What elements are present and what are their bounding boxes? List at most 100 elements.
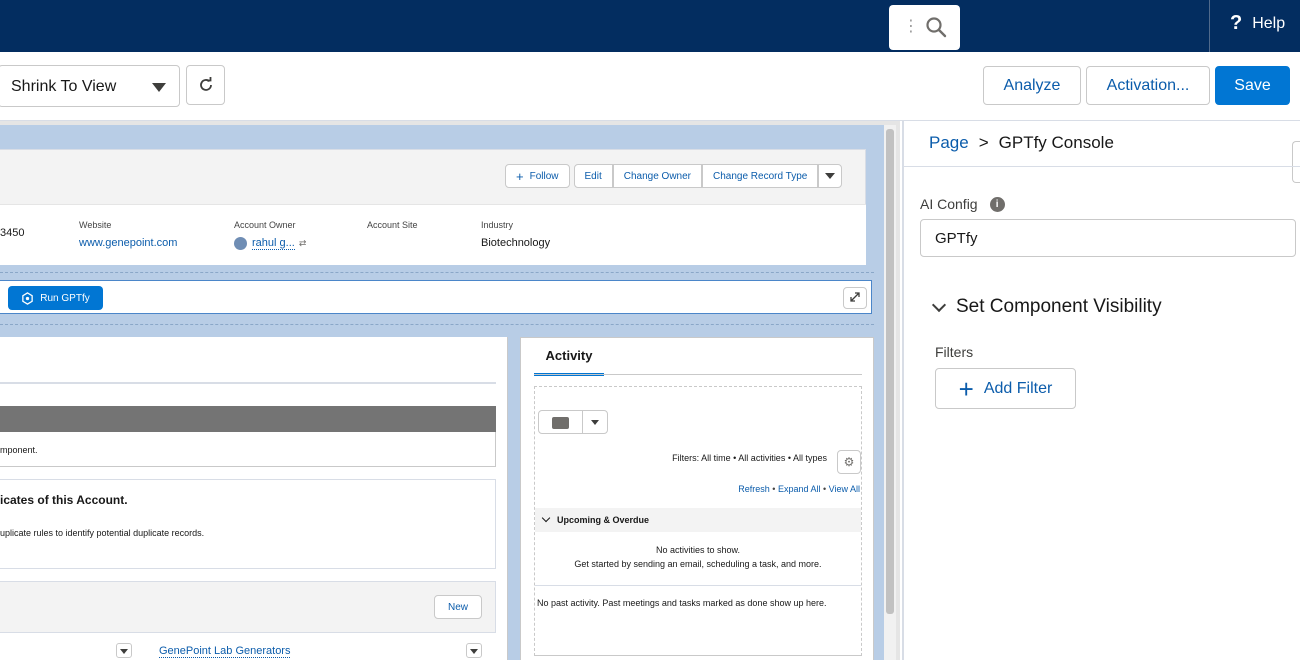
email-button[interactable] <box>538 410 583 434</box>
field-label: Account Site <box>367 220 418 230</box>
run-gptfy-label: Run GPTfy <box>40 292 90 304</box>
account-site-field: Account Site <box>367 220 418 237</box>
website-link[interactable]: www.genepoint.com <box>79 237 177 249</box>
caret-down-icon <box>591 420 599 425</box>
get-started-text: Get started by sending an email, schedul… <box>574 559 822 569</box>
activity-timeline: Filters: All time • All activities • All… <box>534 386 862 656</box>
caret-down-icon <box>825 173 836 179</box>
email-icon <box>552 417 569 429</box>
info-icon[interactable]: i <box>989 196 1005 212</box>
breadcrumb-separator: > <box>978 133 989 152</box>
upcoming-section-header[interactable]: Upcoming & Overdue <box>535 508 861 532</box>
run-gptfy-button[interactable]: Run GPTfy <box>8 286 103 310</box>
breadcrumb-page-link[interactable]: Page <box>929 133 969 152</box>
plus-icon: + <box>516 168 524 184</box>
follow-button[interactable]: + Follow <box>505 164 570 188</box>
owner-link[interactable]: rahul g... <box>252 237 295 250</box>
settings-button[interactable]: ⚙ <box>837 450 861 474</box>
related-record-link[interactable]: GenePoint Lab Generators <box>159 645 291 658</box>
tab-underline <box>0 382 496 384</box>
save-button[interactable]: Save <box>1215 66 1290 105</box>
panel-divider <box>904 166 1300 167</box>
help-icon: ? <box>1230 12 1243 34</box>
activation-button[interactable]: Activation... <box>1086 66 1210 105</box>
no-activities-text: No activities to show. <box>655 545 741 555</box>
gptfy-component[interactable]: Run GPTfy <box>0 280 872 314</box>
timeline-links: Refresh • Expand All • View All <box>738 484 860 494</box>
analyze-button[interactable]: Analyze <box>983 66 1081 105</box>
row-action-dropdown[interactable] <box>116 643 132 658</box>
tab-underline <box>534 374 862 375</box>
change-record-type-button[interactable]: Change Record Type <box>702 164 819 188</box>
header-divider <box>1209 0 1210 52</box>
change-owner-icon[interactable]: ⇄ <box>299 238 307 248</box>
section-divider <box>535 585 861 586</box>
canvas-edge <box>896 121 900 660</box>
owner-field: Account Owner rahul g... ⇄ <box>234 220 307 251</box>
region-divider <box>0 324 874 325</box>
view-mode-select[interactable]: Shrink To View <box>0 65 180 107</box>
breadcrumb-current: GPTfy Console <box>998 133 1114 152</box>
email-dropdown[interactable] <box>582 410 608 434</box>
builder-toolbar: Shrink To View Analyze Activation... Sav… <box>0 52 1300 121</box>
breadcrumb: Page > GPTfy Console <box>929 133 1114 153</box>
chevron-down-icon <box>931 297 947 312</box>
new-button[interactable]: New <box>434 595 482 619</box>
row-action-dropdown[interactable] <box>466 643 482 658</box>
ai-config-label-text: AI Config <box>920 196 978 212</box>
page-canvas: + Follow Edit Change Owner Change Record … <box>0 121 900 660</box>
global-search[interactable]: ⋮ <box>889 5 960 50</box>
field-label: Account Owner <box>234 220 296 230</box>
add-filter-button[interactable]: + Add Filter <box>935 368 1076 409</box>
field-value: 3450 <box>0 227 25 239</box>
field-value: Biotechnology <box>481 237 551 249</box>
main-column: mponent. icates of this Account. uplicat… <box>0 337 508 660</box>
gear-icon: ⚙ <box>843 455 855 469</box>
help-button[interactable]: ? Help <box>1230 12 1285 35</box>
ai-config-input[interactable]: GPTfy <box>920 219 1296 257</box>
chevron-down-icon <box>541 513 551 523</box>
scrollbar-thumb[interactable] <box>886 129 894 614</box>
add-filter-label: Add Filter <box>983 379 1053 397</box>
industry-field: Industry Biotechnology <box>481 220 550 249</box>
canvas-scrollbar[interactable] <box>884 125 896 660</box>
duplicate-title: icates of this Account. <box>0 493 128 507</box>
highlights-panel: 3450 Website www.genepoint.com Account O… <box>0 204 866 265</box>
canvas-preview: + Follow Edit Change Owner Change Record … <box>0 125 884 660</box>
plus-icon: + <box>958 373 974 404</box>
change-owner-button[interactable]: Change Owner <box>612 164 702 188</box>
no-activities-message: No activities to show. Get started by se… <box>535 543 861 571</box>
view-all-link[interactable]: View All <box>829 484 860 494</box>
panel-collapse-handle[interactable] <box>1292 141 1300 183</box>
more-actions-button[interactable] <box>818 164 843 188</box>
website-field: Website www.genepoint.com <box>79 220 177 249</box>
duplicate-description: uplicate rules to identify potential dup… <box>0 528 205 538</box>
field-label: Industry <box>481 220 514 230</box>
expand-button[interactable] <box>843 287 867 309</box>
visibility-heading: Set Component Visibility <box>956 296 1162 317</box>
section-divider <box>535 655 861 656</box>
component-header-bar <box>0 406 496 432</box>
ai-config-label: AI Config i <box>920 196 1005 212</box>
upcoming-label: Upcoming & Overdue <box>557 515 650 525</box>
expand-icon <box>850 292 860 302</box>
field-label: Website <box>79 220 112 230</box>
tab-activity[interactable]: Activity <box>534 348 604 376</box>
caret-down-icon <box>470 649 478 654</box>
expand-all-link[interactable]: Expand All <box>778 484 821 494</box>
component-message: mponent. <box>0 432 496 467</box>
related-list-row: GenePoint Lab Generators <box>0 633 496 660</box>
edit-button[interactable]: Edit <box>573 164 613 188</box>
gptfy-icon <box>22 291 34 305</box>
help-label: Help <box>1252 14 1286 32</box>
region-divider <box>0 272 874 273</box>
avatar-icon <box>234 237 247 251</box>
refresh-link[interactable]: Refresh <box>738 484 770 494</box>
follow-label: Follow <box>529 170 559 182</box>
more-icon[interactable]: ⋮ <box>903 17 919 37</box>
phone-field: 3450 <box>0 220 24 239</box>
visibility-section-toggle[interactable]: Set Component Visibility <box>931 296 1162 318</box>
search-icon[interactable] <box>925 16 947 38</box>
refresh-button[interactable] <box>186 65 225 105</box>
properties-panel: Page > GPTfy Console AI Config i GPTfy Set… <box>902 121 1300 660</box>
